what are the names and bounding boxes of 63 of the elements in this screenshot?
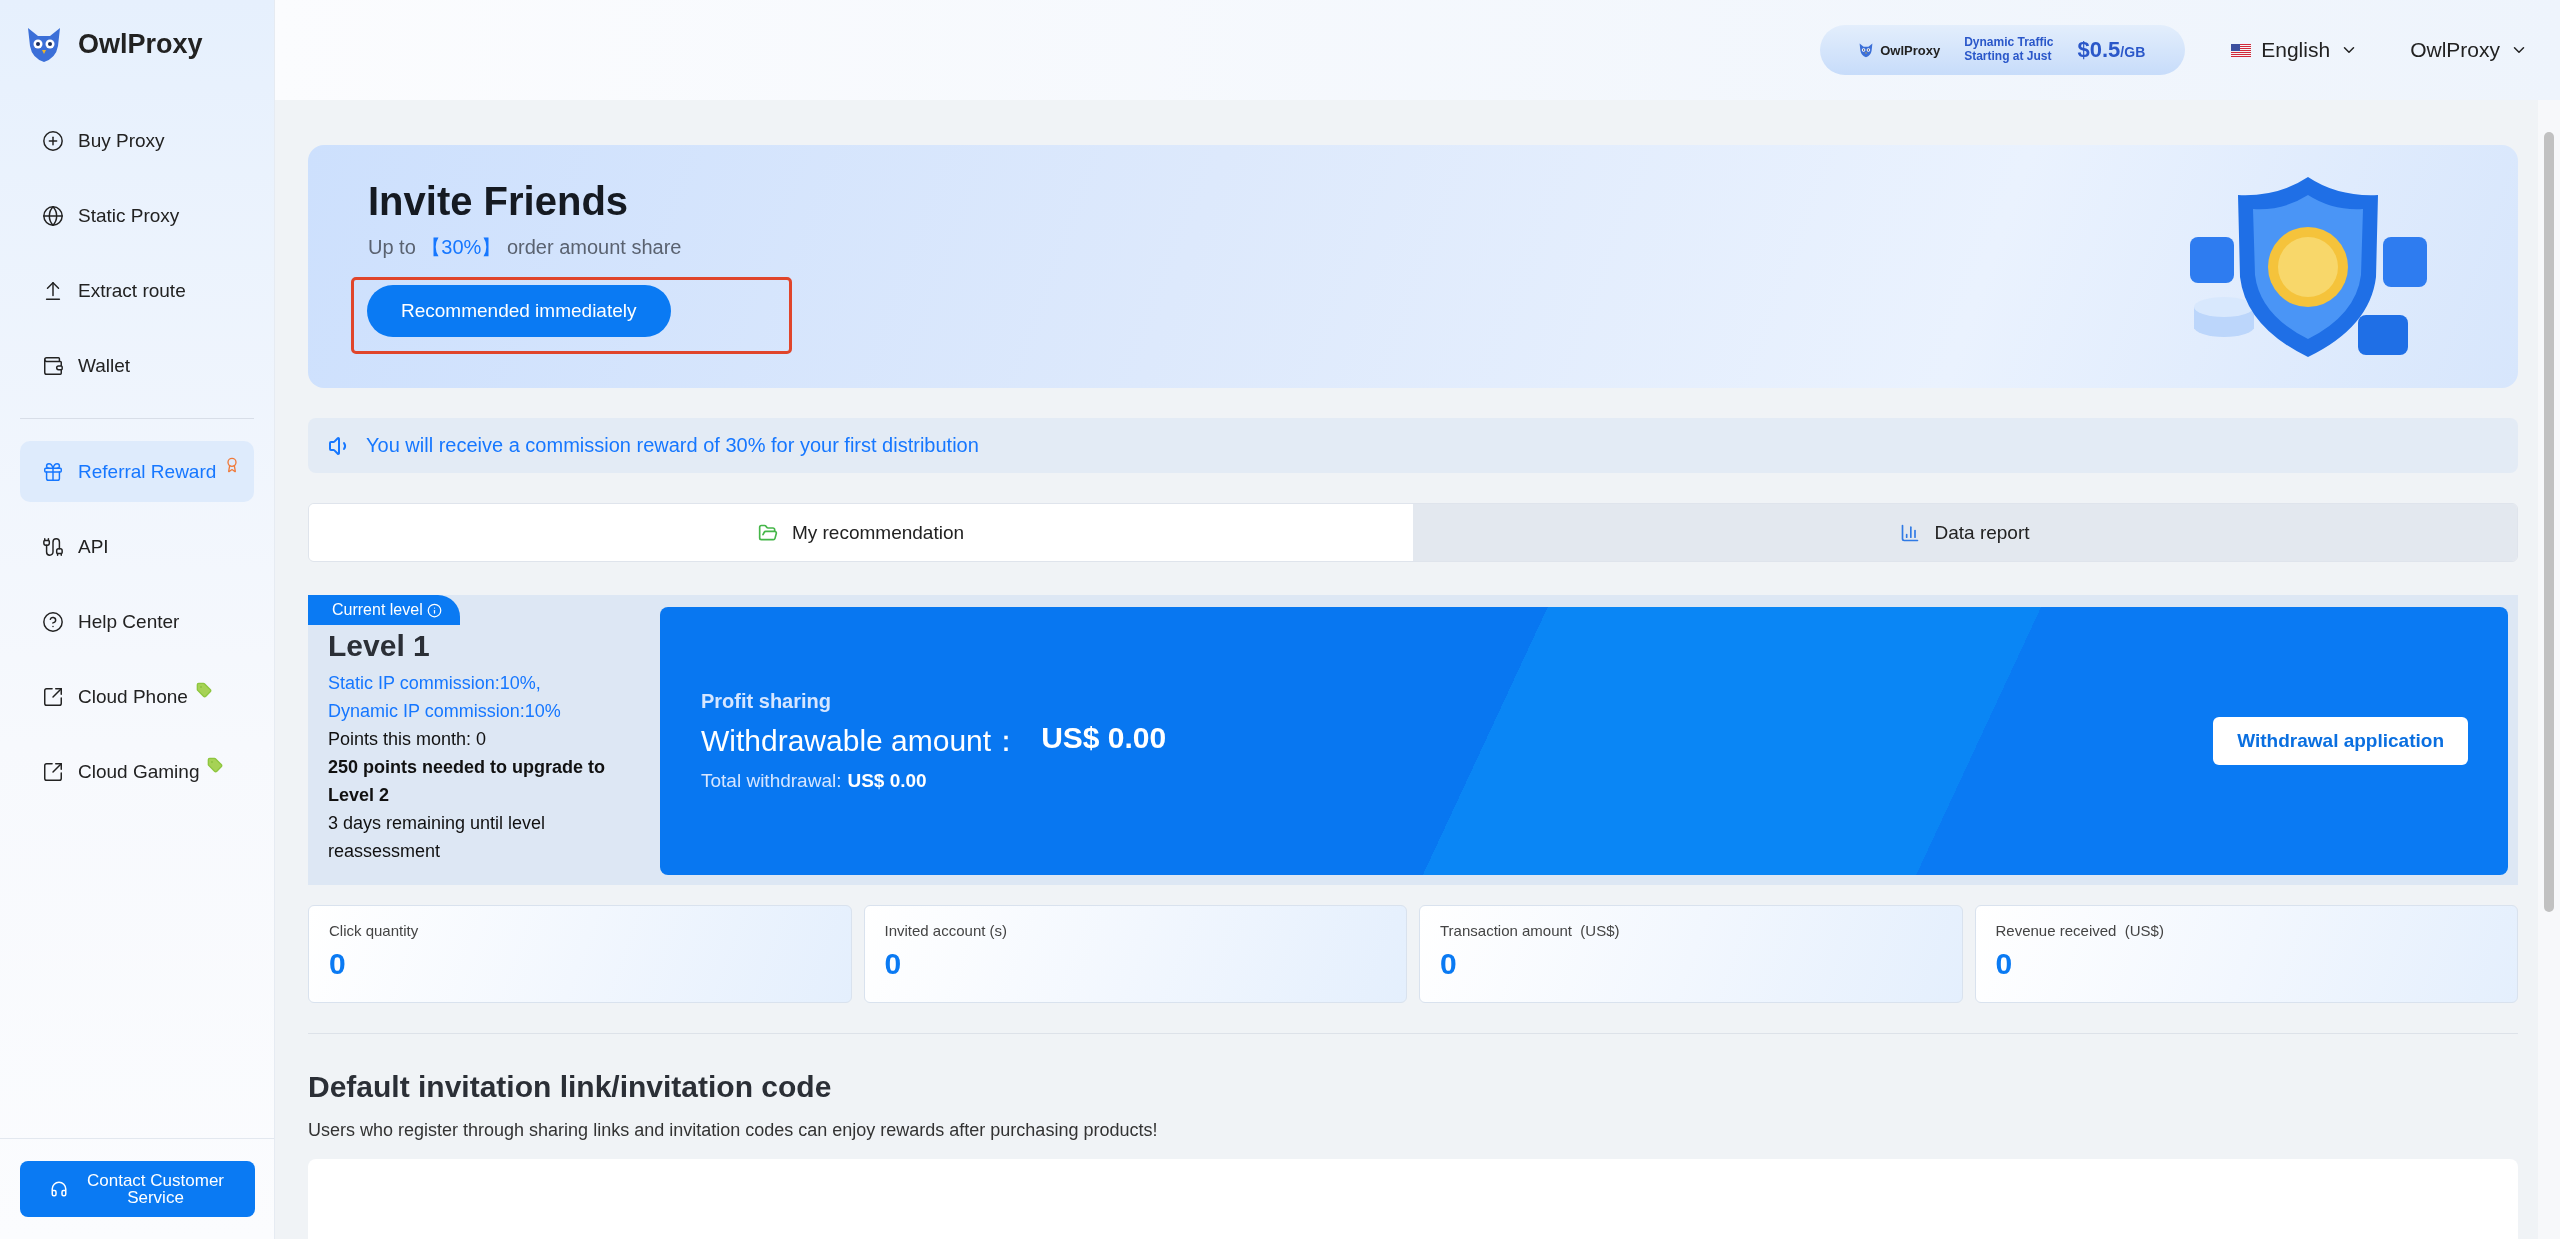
contact-service-button[interactable]: Contact Customer Service	[20, 1161, 255, 1217]
sidebar-item[interactable]: Buy Proxy	[20, 110, 254, 171]
sidebar-item[interactable]: Wallet	[20, 335, 254, 396]
remaining-text: 3 days remaining until level reassessment	[328, 812, 547, 863]
promo-banner[interactable]: OwlProxy Dynamic Traffic Starting at Just $0.5/GB	[1820, 25, 2186, 75]
banner-title: Invite Friends	[368, 179, 630, 224]
stat-value: 0	[1995, 947, 2014, 981]
brand-name: OwlProxy	[78, 28, 203, 60]
stat-label: Invited account (s)	[884, 922, 1009, 939]
commission-rate: Static IP commission:10%,	[328, 672, 542, 695]
stat-value: 0	[1440, 947, 1458, 981]
promo-brand: OwlProxy	[1880, 42, 1941, 58]
withdrawal-button[interactable]: Withdrawal application	[2213, 717, 2468, 765]
section-description: Users who register through sharing links and invitation codes can enjoy rewards after purchasing products!	[308, 1120, 1159, 1141]
language-selector[interactable]: English	[2225, 37, 2365, 63]
stat-label: Click quantity	[329, 922, 420, 939]
stat-value: 0	[884, 947, 903, 981]
plus-circle-icon	[42, 129, 64, 152]
total-withdrawal-amount: US$ 0.00	[847, 770, 927, 792]
withdrawable-amount: US$ 0.00	[1041, 721, 1167, 756]
sidebar-item[interactable]: Cloud Gaming	[20, 741, 254, 802]
total-withdrawal-label: Total withdrawal:	[701, 770, 842, 792]
tab[interactable]: Data report	[1413, 504, 2517, 561]
sidebar-item[interactable]: Help Center	[20, 591, 254, 652]
external-link-icon	[42, 760, 64, 783]
promo-unit: /GB	[2120, 44, 2146, 60]
globe-icon	[42, 204, 64, 227]
tab[interactable]: My recommendation	[309, 504, 1413, 561]
bar-chart-icon	[1900, 522, 1921, 543]
folder-icon	[757, 522, 778, 543]
commission-rate: Dynamic IP commission:10%	[328, 700, 562, 723]
promo-text: Dynamic Traffic Starting at Just	[1964, 36, 2054, 64]
banner-subtitle: Up to 【30%】 order amount share	[368, 235, 683, 260]
help-icon	[42, 610, 64, 633]
section-heading: Default invitation link/invitation code	[308, 1070, 833, 1104]
stat-label: Transaction amount (US$)	[1440, 922, 1621, 939]
plug-icon	[42, 535, 64, 558]
sidebar-item[interactable]: API	[20, 516, 254, 577]
sidebar-item[interactable]: Cloud Phone	[20, 666, 254, 727]
level-name: Level 1	[328, 629, 431, 663]
notice-text: You will receive a commission reward of 30% for your first distribution	[366, 434, 979, 457]
tag-icon	[207, 757, 224, 773]
stat-value: 0	[329, 947, 347, 981]
recommend-button[interactable]: Recommended immediately	[367, 285, 671, 337]
external-link-icon	[42, 685, 64, 708]
sidebar-item[interactable]: Static Proxy	[20, 185, 254, 246]
profit-title: Profit sharing	[701, 690, 832, 713]
stat-label: Revenue received (US$)	[1995, 922, 2165, 939]
scrollbar[interactable]	[2538, 100, 2560, 1239]
sidebar-item[interactable]: Extract route	[20, 260, 254, 321]
upgrade-text: 250 points needed to upgrade to Level 2	[328, 756, 607, 807]
headset-icon	[49, 1180, 68, 1198]
promo-price: $0.5	[2077, 37, 2121, 62]
points-text: Points this month: 0	[328, 728, 488, 751]
owl-logo-icon	[1858, 42, 1875, 58]
account-menu[interactable]: OwlProxy	[2404, 37, 2534, 63]
flag-icon	[2231, 43, 2252, 57]
info-icon	[426, 602, 442, 618]
tag-icon	[195, 682, 212, 698]
gift-icon	[42, 460, 64, 483]
wallet-icon	[42, 354, 64, 377]
badge-label: Current level	[332, 601, 423, 619]
withdrawable-label: Withdrawable amount：	[701, 723, 1022, 759]
